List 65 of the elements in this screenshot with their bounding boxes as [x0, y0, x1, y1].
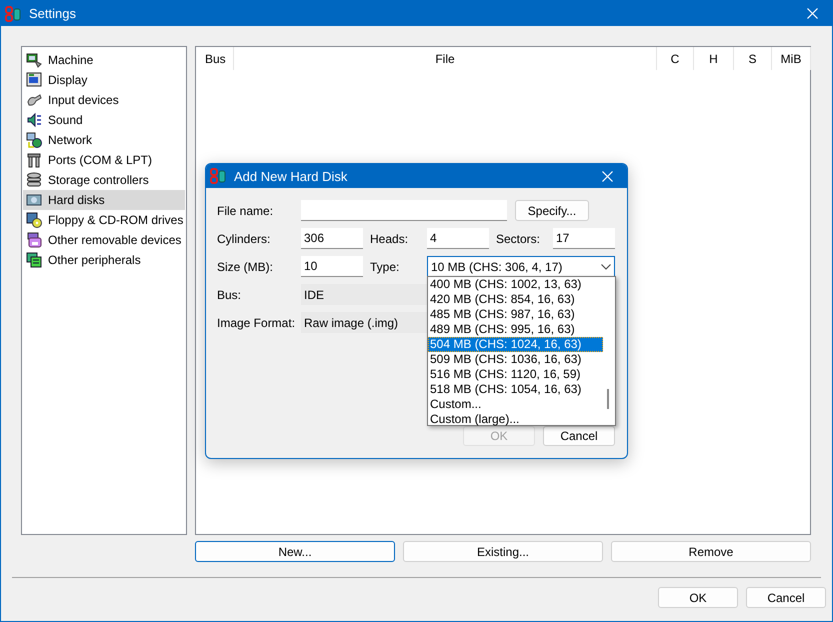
column-header[interactable]: File [234, 47, 657, 70]
app-logo-icon [210, 168, 226, 184]
dialog-title: Add New Hard Disk [234, 168, 348, 184]
bus-dropdown[interactable]: IDE [301, 284, 427, 305]
removable-icon [26, 232, 42, 248]
sidebar-item[interactable]: Machine [23, 50, 185, 70]
file-name-field[interactable] [301, 200, 507, 221]
sidebar-item[interactable]: Hard disks [23, 190, 185, 210]
app-logo-icon [5, 6, 21, 22]
storage-icon [26, 172, 42, 188]
ports-icon [26, 152, 42, 168]
type-option[interactable]: 420 MB (CHS: 854, 16, 63) [428, 292, 603, 307]
sidebar-item[interactable]: Other peripherals [23, 250, 185, 270]
field-label: Heads: [370, 232, 410, 246]
field-label: File name: [217, 204, 274, 218]
sectors-field[interactable]: 17 [553, 228, 615, 249]
type-option[interactable]: 485 MB (CHS: 987, 16, 63) [428, 307, 603, 322]
floppy-icon [26, 212, 42, 228]
type-option[interactable]: 509 MB (CHS: 1036, 16, 63) [428, 352, 603, 367]
type-option[interactable]: 516 MB (CHS: 1120, 16, 59) [428, 367, 603, 382]
scrollbar-thumb[interactable] [607, 389, 609, 409]
display-icon [26, 72, 42, 88]
field-label: Bus: [217, 288, 242, 302]
field-label: Type: [370, 260, 400, 274]
type-option[interactable]: Custom (large)... [428, 412, 603, 427]
window-title: Settings [29, 6, 77, 21]
sidebar-item[interactable]: Storage controllers [23, 170, 185, 190]
disk-action-button[interactable]: New... [195, 541, 395, 562]
type-option[interactable]: 400 MB (CHS: 1002, 13, 63) [428, 277, 603, 292]
dialog-button[interactable]: Cancel [543, 426, 615, 446]
disk-action-button[interactable]: Existing... [403, 541, 603, 562]
dialog-button[interactable]: OK [658, 587, 738, 608]
dialog-button[interactable]: Cancel [746, 587, 826, 608]
sidebar-item[interactable]: Input devices [23, 90, 185, 110]
column-header[interactable]: H [694, 47, 734, 70]
field-label: Size (MB): [217, 260, 274, 274]
size-field[interactable]: 10 [301, 256, 363, 277]
sidebar-item[interactable]: Ports (COM & LPT) [23, 150, 185, 170]
type-option[interactable]: 504 MB (CHS: 1024, 16, 63) [428, 337, 603, 352]
type-option[interactable]: Custom... [428, 397, 603, 412]
sidebar-item[interactable]: Floppy & CD-ROM drives [23, 210, 185, 230]
sidebar-item[interactable]: Sound [23, 110, 185, 130]
type-dropdown[interactable]: 10 MB (CHS: 306, 4, 17) [427, 256, 615, 277]
sound-icon [26, 112, 42, 128]
column-header[interactable]: Bus [196, 47, 234, 70]
sidebar-item[interactable]: Other removable devices [23, 230, 185, 250]
type-option[interactable]: 518 MB (CHS: 1054, 16, 63) [428, 382, 603, 397]
field-label: Image Format: [217, 316, 296, 330]
network-icon [26, 132, 42, 148]
field-label: Cylinders: [217, 232, 272, 246]
column-header[interactable]: S [734, 47, 772, 70]
column-header[interactable]: MiB [772, 47, 811, 70]
cylinders-field[interactable]: 306 [301, 228, 363, 249]
column-header[interactable]: C [657, 47, 694, 70]
disk-action-button[interactable]: Remove [611, 541, 811, 562]
specify-button[interactable]: Specify... [515, 200, 589, 221]
heads-field[interactable]: 4 [427, 228, 489, 249]
sidebar-item[interactable]: Display [23, 70, 185, 90]
machine-icon [26, 52, 42, 68]
type-option[interactable]: 489 MB (CHS: 995, 16, 63) [428, 322, 603, 337]
field-label: Sectors: [496, 232, 542, 246]
sidebar-item[interactable]: Network [23, 130, 185, 150]
harddisk-icon [26, 192, 42, 208]
chevron-down-icon [601, 264, 611, 270]
image-format-dropdown[interactable]: Raw image (.img) [301, 312, 427, 333]
